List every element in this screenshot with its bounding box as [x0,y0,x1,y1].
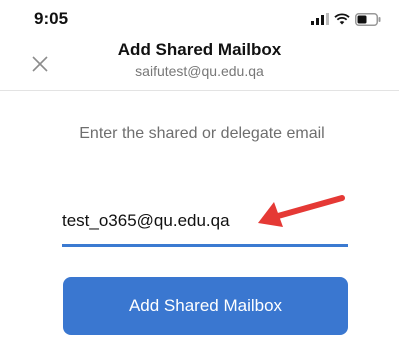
header: Add Shared Mailbox saifutest@qu.edu.qa [0,36,399,91]
add-shared-mailbox-screen: 9:05 Add Shared Mailbox saifutest@qu.edu… [0,0,399,338]
annotation-arrow-icon [258,195,345,227]
account-email: saifutest@qu.edu.qa [135,63,264,79]
add-shared-mailbox-button[interactable]: Add Shared Mailbox [63,277,348,335]
instruction-text: Enter the shared or delegate email [79,125,325,142]
battery-icon [355,12,381,26]
cellular-signal-icon [311,13,329,25]
wifi-icon [334,13,350,25]
status-time: 9:05 [34,9,69,28]
status-icons [311,11,381,27]
page-title: Add Shared Mailbox [117,40,282,59]
shared-email-input[interactable] [62,208,262,234]
status-bar: 9:05 [0,0,399,36]
